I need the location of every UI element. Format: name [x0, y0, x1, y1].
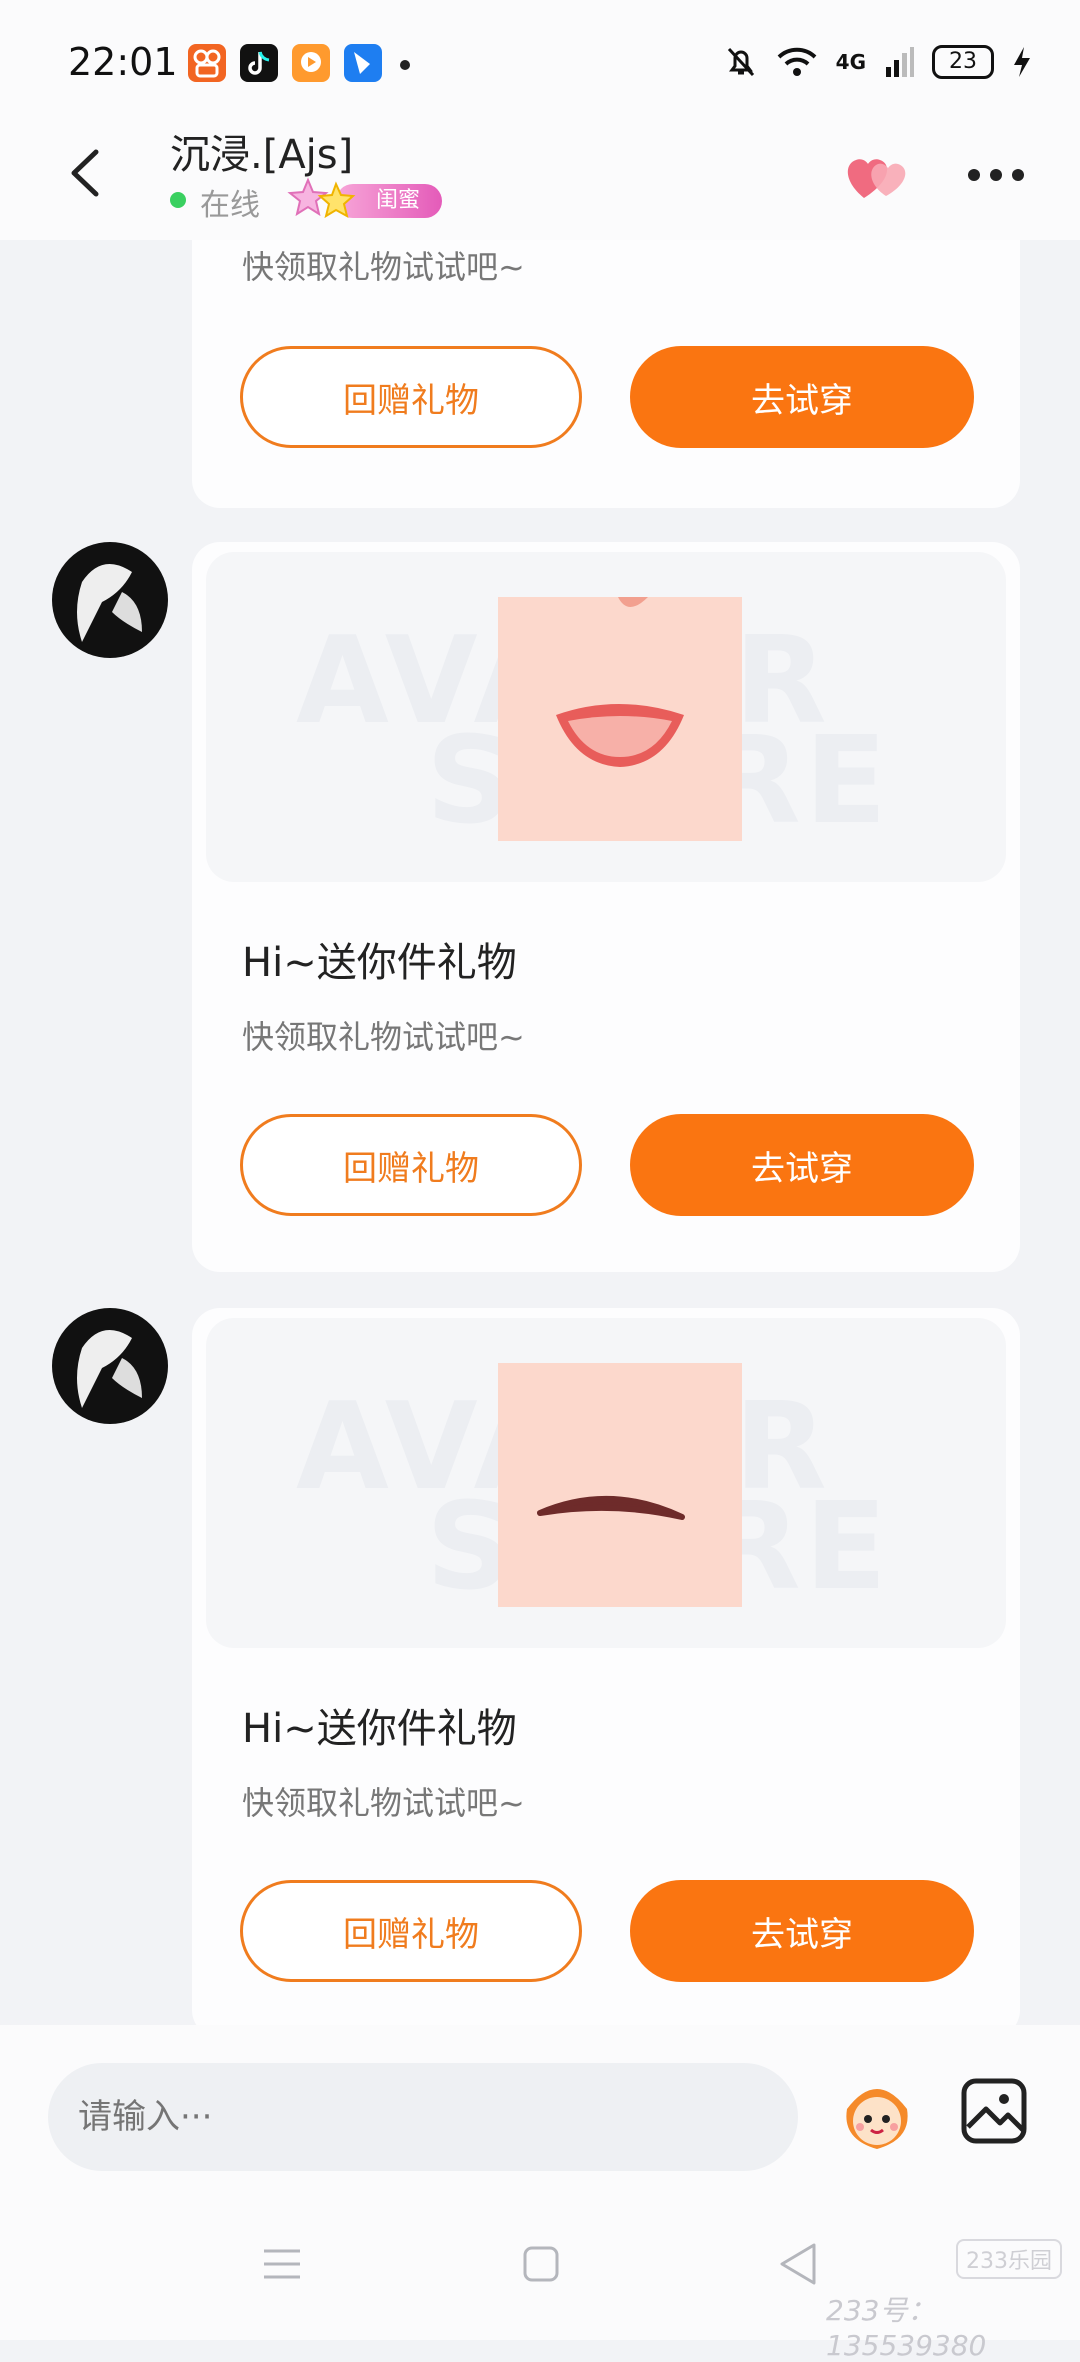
gift-card: AVATAR STORE Hi~送你件礼物 快领取礼物试试吧~ 回赠礼物 去试穿: [192, 1308, 1020, 2025]
return-gift-button[interactable]: 回赠礼物: [240, 1880, 582, 1982]
online-indicator: [170, 192, 186, 208]
gift-image[interactable]: AVATAR STORE: [206, 1318, 1006, 1648]
hearts-icon: [847, 159, 906, 198]
id-watermark: 233号：135539380: [826, 2294, 987, 2362]
gift-card-title: Hi~送你件礼物: [242, 940, 517, 986]
video-app-icon: [292, 44, 330, 82]
mute-bell-icon: [727, 47, 754, 77]
chat-header: 沉浸.[Ajs] 在线 闺蜜: [0, 110, 1080, 240]
back-arrow-icon: [71, 149, 99, 197]
back-button[interactable]: [60, 140, 120, 206]
stars-icon: [287, 177, 356, 219]
sender-avatar[interactable]: [52, 542, 168, 658]
network-type: 4G: [835, 50, 866, 74]
chat-list[interactable]: 快领取礼物试试吧~ 回赠礼物 去试穿 AVATAR STORE Hi~送你件礼物…: [0, 240, 1080, 2025]
gift-card-subtitle: 快领取礼物试试吧~: [242, 248, 525, 286]
charging-icon: [1014, 47, 1030, 77]
return-gift-button[interactable]: 回赠礼物: [240, 1114, 582, 1216]
return-gift-button[interactable]: 回赠礼物: [240, 346, 582, 448]
signal-icon: [886, 47, 914, 77]
gift-card-subtitle: 快领取礼物试试吧~: [242, 1784, 525, 1822]
sender-avatar[interactable]: [52, 1308, 168, 1424]
online-status: 在线: [200, 188, 260, 223]
gift-card-title: Hi~送你件礼物: [242, 1706, 517, 1752]
mouth-item-thumbnail: [498, 597, 742, 841]
feishu-app-icon: [344, 44, 382, 82]
image-icon: [961, 2078, 1027, 2144]
try-on-button[interactable]: 去试穿: [630, 1880, 974, 1982]
brand-logo: 233乐园: [956, 2239, 1062, 2279]
gift-card: 快领取礼物试试吧~ 回赠礼物 去试穿: [192, 240, 1020, 508]
mascot-icon: [846, 2089, 908, 2149]
image-picker-button[interactable]: [960, 2077, 1028, 2145]
notification-dot: [400, 60, 410, 70]
try-on-button[interactable]: 去试穿: [630, 1114, 974, 1216]
gift-image[interactable]: AVATAR STORE: [206, 552, 1006, 882]
contact-name: 沉浸.[Ajs]: [170, 132, 354, 178]
intimacy-button[interactable]: [838, 144, 918, 208]
kuaishou-app-icon: [188, 44, 226, 82]
system-nav-bar: 233乐园 233号：135539380: [0, 2195, 1080, 2362]
nav-back-icon[interactable]: [776, 2241, 818, 2287]
status-time: 22:01: [68, 40, 178, 84]
more-button[interactable]: [964, 160, 1028, 190]
battery-level: 23: [932, 45, 994, 79]
douyin-app-icon: [240, 44, 278, 82]
try-on-button[interactable]: 去试穿: [630, 346, 974, 448]
status-right-icons: 4G 23: [724, 40, 1032, 84]
message-input[interactable]: [48, 2063, 798, 2171]
mascot-button[interactable]: [832, 2069, 922, 2159]
gift-card: AVATAR STORE Hi~送你件礼物 快领取礼物试试吧~ 回赠礼物 去试穿: [192, 542, 1020, 1272]
more-dots-icon: [968, 169, 1024, 181]
status-bar: 22:01 4G 23: [0, 0, 1080, 110]
gift-card-subtitle: 快领取礼物试试吧~: [242, 1018, 525, 1056]
menu-icon[interactable]: [262, 2247, 302, 2281]
input-bar: [0, 2025, 1080, 2195]
wifi-icon: [777, 47, 817, 76]
home-icon[interactable]: [522, 2245, 560, 2283]
eyebrow-item-thumbnail: [498, 1363, 742, 1607]
